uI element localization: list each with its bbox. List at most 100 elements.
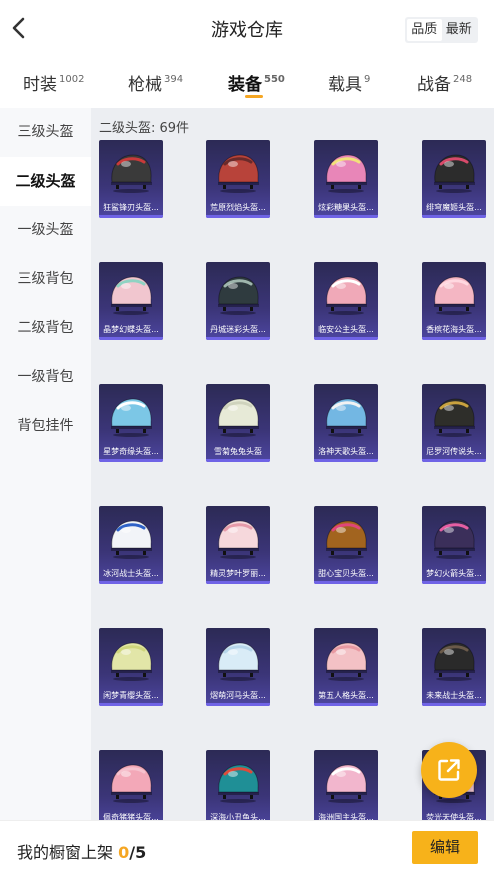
- helmet-icon: [111, 398, 152, 437]
- helmet-icon: [218, 520, 259, 559]
- item-card[interactable]: 深海小丑鱼头...: [206, 750, 270, 820]
- sidebar-item-level3-backpack[interactable]: 三级背包: [0, 255, 91, 304]
- item-card[interactable]: 甜心宝贝头盔...: [314, 506, 378, 584]
- item-name: 临安公主头盔...: [318, 325, 374, 334]
- item-name: 雪菊兔兔头盔: [214, 447, 262, 456]
- item-name: 香槟花海头盔...: [426, 325, 482, 334]
- item-card[interactable]: 晶梦幻蝶头盔...: [99, 262, 163, 340]
- section-title: 二级头盔: 69件: [99, 121, 190, 136]
- item-card[interactable]: 星梦奇缘头盔...: [99, 384, 163, 462]
- item-name: 洛神天歌头盔...: [318, 447, 374, 456]
- helmet-icon: [326, 154, 367, 193]
- tab-label: 载具: [328, 75, 362, 95]
- edit-button[interactable]: 编辑: [412, 831, 478, 864]
- item-name: 晶梦幻蝶头盔...: [103, 325, 159, 334]
- item-content-area: 二级头盔: 69件 狂鲨锋刃头盔... 荒原烈焰头盔... 炫彩糖果头盔... 绯穹魔…: [91, 108, 494, 820]
- tab-label: 时装: [23, 75, 57, 95]
- item-name: 丹城迷彩头盔...: [210, 325, 266, 334]
- sidebar-item-backpack-charm[interactable]: 背包挂件: [0, 402, 91, 451]
- item-card[interactable]: 未来战士头盔...: [422, 628, 486, 706]
- item-card[interactable]: 雪菊兔兔头盔: [206, 384, 270, 462]
- sidebar-item-level2-backpack[interactable]: 二级背包: [0, 304, 91, 353]
- item-card[interactable]: 佩奇猪猪头盔...: [99, 750, 163, 820]
- item-name: 狂鲨锋刃头盔...: [103, 203, 159, 212]
- showcase-label: 我的橱窗上架: [17, 843, 114, 862]
- tab-weapons[interactable]: 枪械 394: [128, 70, 183, 95]
- item-card[interactable]: 尼罗河传说头...: [422, 384, 486, 462]
- item-card[interactable]: 精灵梦叶罗丽...: [206, 506, 270, 584]
- showcase-total: /5: [129, 843, 147, 862]
- item-name: 荧光天使头盔...: [426, 813, 482, 820]
- tab-count: 394: [164, 74, 184, 85]
- sort-toggle: 品质 最新: [405, 17, 478, 43]
- helmet-icon: [111, 764, 152, 803]
- showcase-status: 我的橱窗上架 0/5: [17, 839, 146, 863]
- item-card[interactable]: 香槟花海头盔...: [422, 262, 486, 340]
- tab-label: 战备: [417, 75, 451, 95]
- tab-vehicles[interactable]: 载具 9: [328, 70, 370, 95]
- helmet-icon: [326, 276, 367, 315]
- item-name: 星梦奇缘头盔...: [103, 447, 159, 456]
- item-name: 佩奇猪猪头盔...: [103, 813, 159, 820]
- item-card[interactable]: 绯穹魔姬头盔...: [422, 140, 486, 218]
- helmet-icon: [218, 276, 259, 315]
- sidebar-item-level1-helmet[interactable]: 一级头盔: [0, 206, 91, 255]
- bottom-bar: 我的橱窗上架 0/5 编辑: [0, 820, 494, 875]
- sidebar-item-level3-helmet[interactable]: 三级头盔: [0, 108, 91, 157]
- item-name: 海洲国主头盔...: [318, 813, 374, 820]
- helmet-icon: [218, 154, 259, 193]
- sidebar-item-level2-helmet[interactable]: 二级头盔: [0, 157, 91, 206]
- item-card[interactable]: 冰河战士头盔...: [99, 506, 163, 584]
- helmet-icon: [434, 154, 475, 193]
- tab-count: 1002: [59, 74, 85, 85]
- item-card[interactable]: 临安公主头盔...: [314, 262, 378, 340]
- item-card[interactable]: 闲梦青缨头盔...: [99, 628, 163, 706]
- helmet-icon: [326, 764, 367, 803]
- item-card[interactable]: 第五人格头盔...: [314, 628, 378, 706]
- helmet-icon: [434, 642, 475, 681]
- item-card[interactable]: 丹城迷彩头盔...: [206, 262, 270, 340]
- helmet-icon: [434, 398, 475, 437]
- item-name: 冰河战士头盔...: [103, 569, 159, 578]
- share-button[interactable]: [421, 742, 477, 798]
- sidebar-item-level1-backpack[interactable]: 一级背包: [0, 353, 91, 402]
- helmet-icon: [111, 520, 152, 559]
- item-card[interactable]: 荒原烈焰头盔...: [206, 140, 270, 218]
- sidebar: 三级头盔 二级头盔 一级头盔 三级背包 二级背包 一级背包 背包挂件: [0, 108, 91, 820]
- helmet-icon: [111, 154, 152, 193]
- item-name: 未来战士头盔...: [426, 691, 482, 700]
- item-name: 梦幻火箭头盔...: [426, 569, 482, 578]
- tab-count: 9: [364, 74, 371, 85]
- item-name: 荒原烈焰头盔...: [210, 203, 266, 212]
- item-name: 绯穹魔姬头盔...: [426, 203, 482, 212]
- sort-quality-button[interactable]: 品质: [407, 19, 442, 41]
- helmet-icon: [111, 642, 152, 681]
- helmet-icon: [218, 764, 259, 803]
- helmet-icon: [218, 398, 259, 437]
- tab-label: 枪械: [128, 75, 162, 95]
- tab-supplies[interactable]: 战备 248: [417, 70, 472, 95]
- active-tab-underline: [245, 95, 263, 98]
- sort-newest-button[interactable]: 最新: [442, 19, 477, 41]
- item-card[interactable]: 梦幻火箭头盔...: [422, 506, 486, 584]
- item-name: 炫彩糖果头盔...: [318, 203, 374, 212]
- item-card[interactable]: 炫彩糖果头盔...: [314, 140, 378, 218]
- item-card[interactable]: 熠萌河马头盔...: [206, 628, 270, 706]
- tab-equipment[interactable]: 装备 550: [228, 70, 285, 95]
- tab-count: 248: [453, 74, 473, 85]
- tab-count: 550: [264, 74, 285, 85]
- tab-label: 装备: [228, 75, 262, 95]
- tab-fashion[interactable]: 时装 1002: [23, 70, 84, 95]
- helmet-icon: [111, 276, 152, 315]
- helmet-icon: [434, 276, 475, 315]
- item-card[interactable]: 洛神天歌头盔...: [314, 384, 378, 462]
- item-name: 深海小丑鱼头...: [210, 813, 266, 820]
- item-card[interactable]: 狂鲨锋刃头盔...: [99, 140, 163, 218]
- item-name: 精灵梦叶罗丽...: [210, 569, 266, 578]
- helmet-icon: [218, 642, 259, 681]
- item-name: 尼罗河传说头...: [426, 447, 482, 456]
- item-name: 熠萌河马头盔...: [210, 691, 266, 700]
- share-icon: [438, 759, 460, 781]
- showcase-count: 0: [118, 843, 130, 862]
- item-card[interactable]: 海洲国主头盔...: [314, 750, 378, 820]
